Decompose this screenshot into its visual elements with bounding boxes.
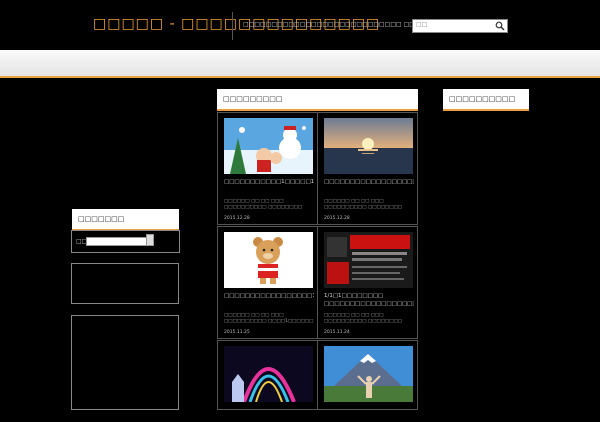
left-empty-widget xyxy=(71,315,179,410)
post-title[interactable]: □□□□□□□□□□□1□□□□□1□4□□□□□□□□□□□□□□□□□□□□… xyxy=(224,178,314,194)
header-divider xyxy=(232,12,233,40)
left-search-button[interactable] xyxy=(146,234,154,246)
site-header: □□□□□ - □□□□□□□□□□□□□□ □□□□□□□□□□□□□□□□□… xyxy=(0,0,600,50)
post-date: 2015.12.28 xyxy=(324,216,350,221)
post-title[interactable]: 1/1□1□□□□□□□□ □□□□□□□□□□□□□□□□□□□□□□□□□□… xyxy=(324,292,414,308)
right-sidebar-heading: □□□□□□□□□□ xyxy=(443,89,529,111)
post-thumbnail-event-poster[interactable] xyxy=(324,232,413,288)
post-card[interactable]: 1/1□1□□□□□□□□ □□□□□□□□□□□□□□□□□ □□□□□□ □□ □… xyxy=(317,226,418,339)
post-thumbnail-christmas[interactable] xyxy=(224,118,313,174)
search-icon[interactable] xyxy=(495,21,505,31)
post-title[interactable] xyxy=(324,406,414,422)
site-tagline: □□□□□□□□□□□□□□□□□□□□□□□□□□□□ □□□□□□ xyxy=(243,21,438,28)
post-card[interactable]: □□□□□□□□□□□1□□□□□1□4□□□□□□□□□□□□□□□□□□□□… xyxy=(217,112,318,225)
post-thumbnail-illumination[interactable] xyxy=(224,346,313,402)
post-excerpt: □□□□□□ □□ □□ □□□ □□□□□□□□□□ □□□□□□□□ □□□… xyxy=(324,313,402,324)
main-section-heading: □□□□□□□□□ xyxy=(217,89,418,111)
left-search-input[interactable] xyxy=(86,237,148,246)
post-card[interactable]: □□□□□□□□□□□□□□□□□ □□□□□□ □□ □□ □□□ □□□□□□□□□□… xyxy=(317,112,418,225)
post-thumbnail-sunset[interactable] xyxy=(324,118,413,174)
post-excerpt: □□□□□□ □□ □□ □□□ □□□□□□□□□□ □□□□1□□□□□□ xyxy=(224,313,314,324)
search-input[interactable]: □□ xyxy=(416,21,427,28)
post-excerpt: □□□□□□ □□ □□ □□□ □□□□□□□□□□ □□□□□□□□ □□□… xyxy=(324,199,402,210)
post-thumbnail-mount-fuji[interactable] xyxy=(324,346,413,402)
post-date: 2015.11.25 xyxy=(224,330,250,335)
post-thumbnail-bear-mascot[interactable] xyxy=(224,232,313,288)
post-date: 2015.12.28 xyxy=(224,216,250,221)
post-title[interactable] xyxy=(224,406,314,422)
left-empty-widget xyxy=(71,263,179,304)
global-nav-bar xyxy=(0,50,600,78)
post-card[interactable]: □□□□□□□□□□□□□□□□□1 □□□□□□ □□ □□ □□□ □□□□□□ □□… xyxy=(217,226,318,339)
search-box[interactable]: □□ xyxy=(412,19,508,33)
post-title[interactable]: □□□□□□□□□□□□□□□□□□□□□□□□□□□□□□□□□□□□□□□□… xyxy=(324,178,414,194)
post-excerpt: □□□□□□ □□ □□ □□□ □□□□□□□□□□ □□□□□□□□ □□□… xyxy=(224,199,302,210)
post-title[interactable]: □□□□□□□□□□□□□□□□□1□□□□□□□□□□□□□□□□□□□ xyxy=(224,292,314,308)
post-date: 2015.11.24 xyxy=(324,330,350,335)
left-sidebar-heading: □□□□□□□ xyxy=(72,209,179,231)
